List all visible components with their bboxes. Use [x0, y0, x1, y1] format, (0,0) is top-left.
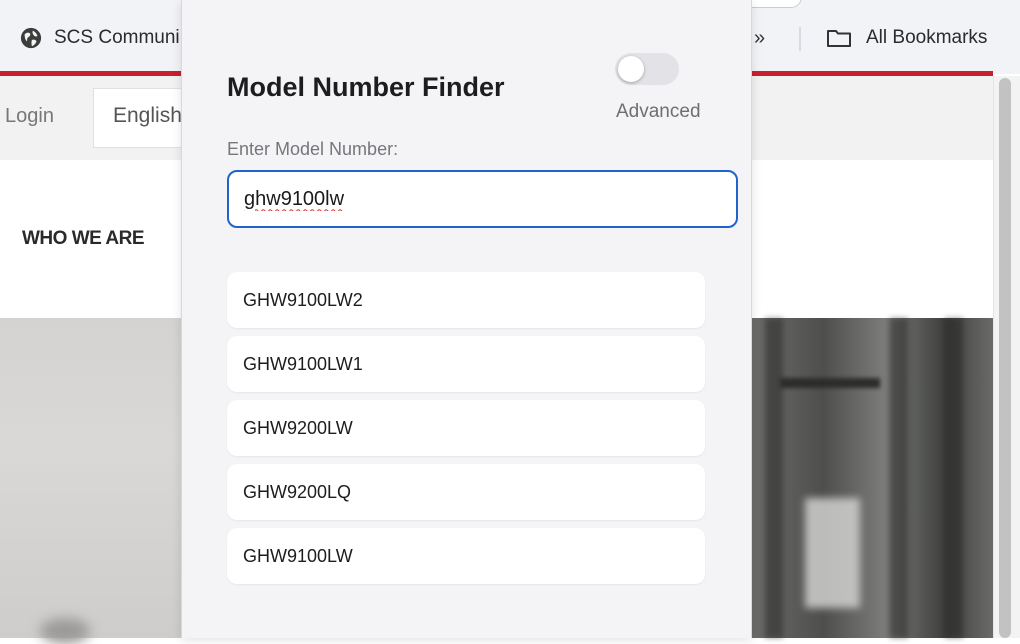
bookmark-scs[interactable]: SCS Communi — [20, 24, 180, 52]
nav-who-we-are[interactable]: WHO WE ARE — [22, 228, 145, 250]
login-link[interactable]: Login — [5, 105, 54, 128]
advanced-label: Advanced — [616, 101, 701, 122]
globe-icon — [20, 27, 42, 49]
toggle-knob — [618, 56, 644, 82]
model-number-label: Enter Model Number: — [227, 139, 399, 159]
popup-title: Model Number Finder — [227, 72, 505, 102]
page-scrollbar-thumb[interactable] — [999, 78, 1011, 638]
result-item[interactable]: GHW9100LW2 — [227, 272, 705, 328]
hero-image-right — [750, 318, 993, 638]
results-list: GHW9100LW2 GHW9100LW1 GHW9200LW GHW9200LQ GH… — [227, 272, 705, 592]
result-item[interactable]: GHW9200LW — [227, 400, 705, 456]
all-bookmarks-label: All Bookmarks — [866, 27, 988, 48]
result-item[interactable]: GHW9200LQ — [227, 464, 705, 520]
bookmark-separator — [799, 27, 801, 51]
advanced-toggle[interactable] — [615, 53, 679, 85]
all-bookmarks-button[interactable]: All Bookmarks — [826, 24, 987, 52]
result-item[interactable]: GHW9100LW1 — [227, 336, 705, 392]
result-item[interactable]: GHW9100LW — [227, 528, 705, 584]
language-label: English — [113, 104, 182, 127]
hero-image-left — [0, 318, 182, 644]
folder-icon — [827, 30, 851, 47]
model-finder-popup: Model Number Finder Advanced Enter Model… — [181, 0, 752, 638]
model-number-input[interactable] — [227, 170, 738, 228]
bookmark-scs-label: SCS Communi — [54, 27, 180, 48]
more-bookmarks-chevron-icon[interactable]: » — [754, 24, 765, 52]
